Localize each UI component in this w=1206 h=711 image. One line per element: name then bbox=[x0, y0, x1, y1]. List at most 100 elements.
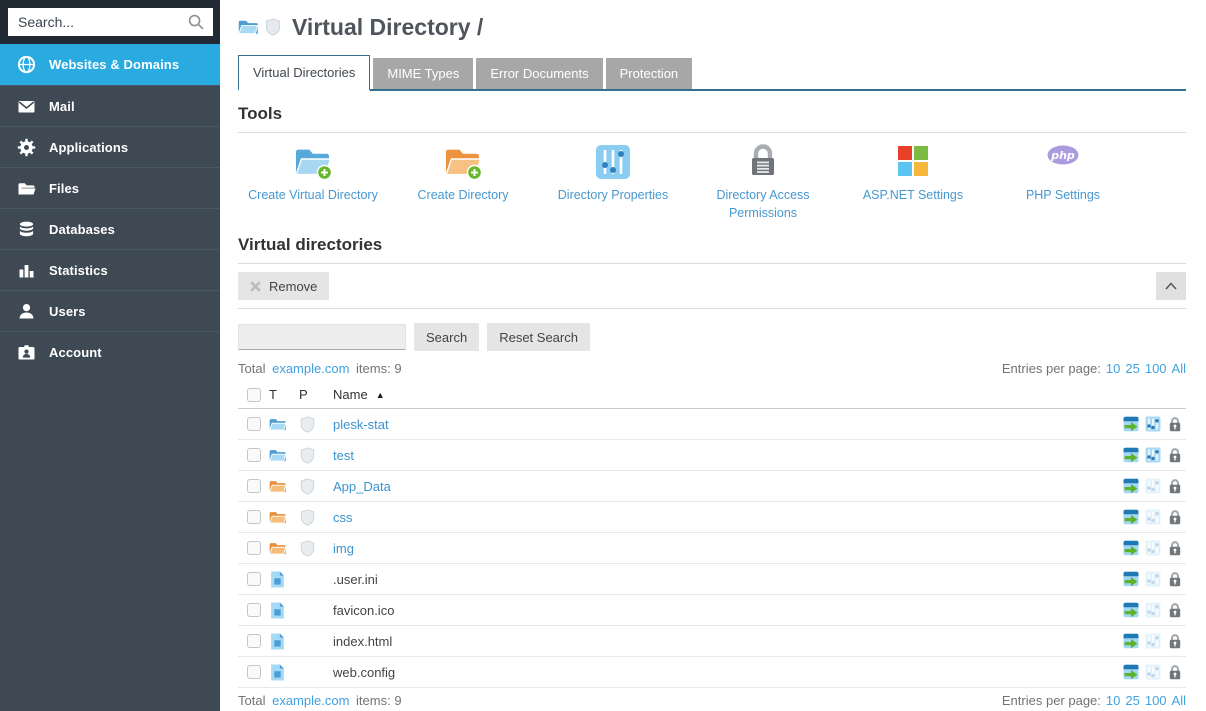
sidebar-item-users[interactable]: Users bbox=[0, 290, 220, 331]
shield-icon bbox=[299, 540, 316, 557]
row-checkbox[interactable] bbox=[247, 603, 261, 617]
tool-label[interactable]: ASP.NET Settings bbox=[838, 187, 988, 205]
sidebar-item-label: Files bbox=[49, 181, 79, 196]
tools-row: Create Virtual Directory Create Director… bbox=[238, 142, 1186, 222]
row-name-text: index.html bbox=[333, 634, 392, 649]
collapse-toolbar-button[interactable] bbox=[1156, 272, 1186, 300]
sidebar-item-label: Websites & Domains bbox=[49, 57, 179, 72]
permissions-lock-icon[interactable] bbox=[1167, 416, 1183, 432]
sidebar-item-label: Applications bbox=[49, 140, 128, 155]
column-name-sort[interactable]: Name ▲ bbox=[333, 387, 1183, 402]
sidebar-item-files[interactable]: Files bbox=[0, 167, 220, 208]
shield-icon bbox=[265, 18, 281, 36]
sliders-icon bbox=[538, 142, 688, 182]
open-directory-icon[interactable] bbox=[1123, 478, 1139, 494]
row-name-link[interactable]: img bbox=[333, 541, 354, 556]
sidebar-item-databases[interactable]: Databases bbox=[0, 208, 220, 249]
permissions-lock-icon[interactable] bbox=[1167, 664, 1183, 680]
open-directory-icon[interactable] bbox=[1123, 571, 1139, 587]
tab-error-documents[interactable]: Error Documents bbox=[476, 58, 602, 89]
open-directory-icon[interactable] bbox=[1123, 602, 1139, 618]
permissions-lock-icon[interactable] bbox=[1167, 478, 1183, 494]
tab-mime-types[interactable]: MIME Types bbox=[373, 58, 473, 89]
tool-asp-net-settings[interactable]: ASP.NET Settings bbox=[838, 142, 988, 222]
open-directory-icon[interactable] bbox=[1123, 509, 1139, 525]
permissions-lock-icon[interactable] bbox=[1167, 509, 1183, 525]
permissions-lock-icon[interactable] bbox=[1167, 447, 1183, 463]
row-name-link[interactable]: css bbox=[333, 510, 353, 525]
row-checkbox[interactable] bbox=[247, 665, 261, 679]
domain-link[interactable]: example.com bbox=[272, 693, 349, 708]
row-checkbox[interactable] bbox=[247, 448, 261, 462]
entries-per-page-option-10[interactable]: 10 bbox=[1106, 693, 1120, 708]
tool-label[interactable]: PHP Settings bbox=[988, 187, 1138, 205]
permissions-lock-icon[interactable] bbox=[1167, 633, 1183, 649]
permissions-lock-icon[interactable] bbox=[1167, 540, 1183, 556]
tool-directory-access-permissions[interactable]: Directory Access Permissions bbox=[688, 142, 838, 222]
open-directory-icon[interactable] bbox=[1123, 664, 1139, 680]
tab-virtual-directories[interactable]: Virtual Directories bbox=[238, 55, 370, 91]
filter-input[interactable] bbox=[238, 324, 406, 350]
folder-blue-icon bbox=[269, 447, 286, 464]
tool-create-virtual-directory[interactable]: Create Virtual Directory bbox=[238, 142, 388, 222]
file-icon bbox=[269, 664, 286, 681]
table-row: App_Data bbox=[238, 471, 1186, 502]
directory-properties-icon bbox=[1145, 540, 1161, 556]
search-button[interactable]: Search bbox=[414, 323, 479, 351]
tool-php-settings[interactable]: PHP Settings bbox=[988, 142, 1138, 222]
sidebar-item-label: Mail bbox=[49, 99, 75, 114]
php-icon bbox=[988, 142, 1138, 182]
column-type: T bbox=[269, 387, 299, 402]
open-directory-icon[interactable] bbox=[1123, 416, 1139, 432]
chevron-up-icon bbox=[1164, 281, 1178, 291]
open-directory-icon[interactable] bbox=[1123, 540, 1139, 556]
database-icon bbox=[17, 220, 36, 239]
entries-per-page-option-100[interactable]: 100 bbox=[1145, 693, 1167, 708]
table-row: test bbox=[238, 440, 1186, 471]
entries-per-page-option-all[interactable]: All bbox=[1172, 693, 1186, 708]
reset-search-button[interactable]: Reset Search bbox=[487, 323, 590, 351]
directory-properties-icon[interactable] bbox=[1145, 416, 1161, 432]
entries-per-page-option-25[interactable]: 25 bbox=[1125, 693, 1139, 708]
row-checkbox[interactable] bbox=[247, 479, 261, 493]
row-name-link[interactable]: plesk-stat bbox=[333, 417, 389, 432]
domain-link[interactable]: example.com bbox=[272, 361, 349, 376]
folder-plus-orange-icon bbox=[388, 142, 538, 182]
open-directory-icon[interactable] bbox=[1123, 633, 1139, 649]
tab-protection[interactable]: Protection bbox=[606, 58, 693, 89]
row-checkbox[interactable] bbox=[247, 417, 261, 431]
sidebar-item-mail[interactable]: Mail bbox=[0, 85, 220, 126]
remove-button[interactable]: Remove bbox=[238, 272, 329, 300]
entries-per-page-option-25[interactable]: 25 bbox=[1125, 361, 1139, 376]
main-content: Virtual Directory / Virtual DirectoriesM… bbox=[220, 0, 1206, 711]
shield-icon bbox=[299, 447, 316, 464]
tool-create-directory[interactable]: Create Directory bbox=[388, 142, 538, 222]
row-checkbox[interactable] bbox=[247, 572, 261, 586]
search-input[interactable] bbox=[8, 8, 213, 36]
entries-per-page-option-10[interactable]: 10 bbox=[1106, 361, 1120, 376]
entries-per-page-option-all[interactable]: All bbox=[1172, 361, 1186, 376]
chart-icon bbox=[17, 261, 36, 280]
tool-directory-properties[interactable]: Directory Properties bbox=[538, 142, 688, 222]
entries-per-page-option-100[interactable]: 100 bbox=[1145, 361, 1167, 376]
open-directory-icon[interactable] bbox=[1123, 447, 1139, 463]
sidebar-item-account[interactable]: Account bbox=[0, 331, 220, 372]
sidebar-item-applications[interactable]: Applications bbox=[0, 126, 220, 167]
row-name-link[interactable]: test bbox=[333, 448, 354, 463]
row-checkbox[interactable] bbox=[247, 510, 261, 524]
sidebar-item-statistics[interactable]: Statistics bbox=[0, 249, 220, 290]
permissions-lock-icon[interactable] bbox=[1167, 602, 1183, 618]
row-checkbox[interactable] bbox=[247, 634, 261, 648]
tool-label[interactable]: Directory Access Permissions bbox=[688, 187, 838, 222]
tool-label[interactable]: Create Directory bbox=[388, 187, 538, 205]
tool-label[interactable]: Directory Properties bbox=[538, 187, 688, 205]
select-all-checkbox[interactable] bbox=[247, 388, 261, 402]
directory-properties-icon[interactable] bbox=[1145, 447, 1161, 463]
sidebar-item-websites-domains[interactable]: Websites & Domains bbox=[0, 44, 220, 85]
tool-label[interactable]: Create Virtual Directory bbox=[238, 187, 388, 205]
row-checkbox[interactable] bbox=[247, 541, 261, 555]
row-name-link[interactable]: App_Data bbox=[333, 479, 391, 494]
permissions-lock-icon[interactable] bbox=[1167, 571, 1183, 587]
total-prefix: Total bbox=[238, 361, 265, 376]
row-name-text: favicon.ico bbox=[333, 603, 394, 618]
